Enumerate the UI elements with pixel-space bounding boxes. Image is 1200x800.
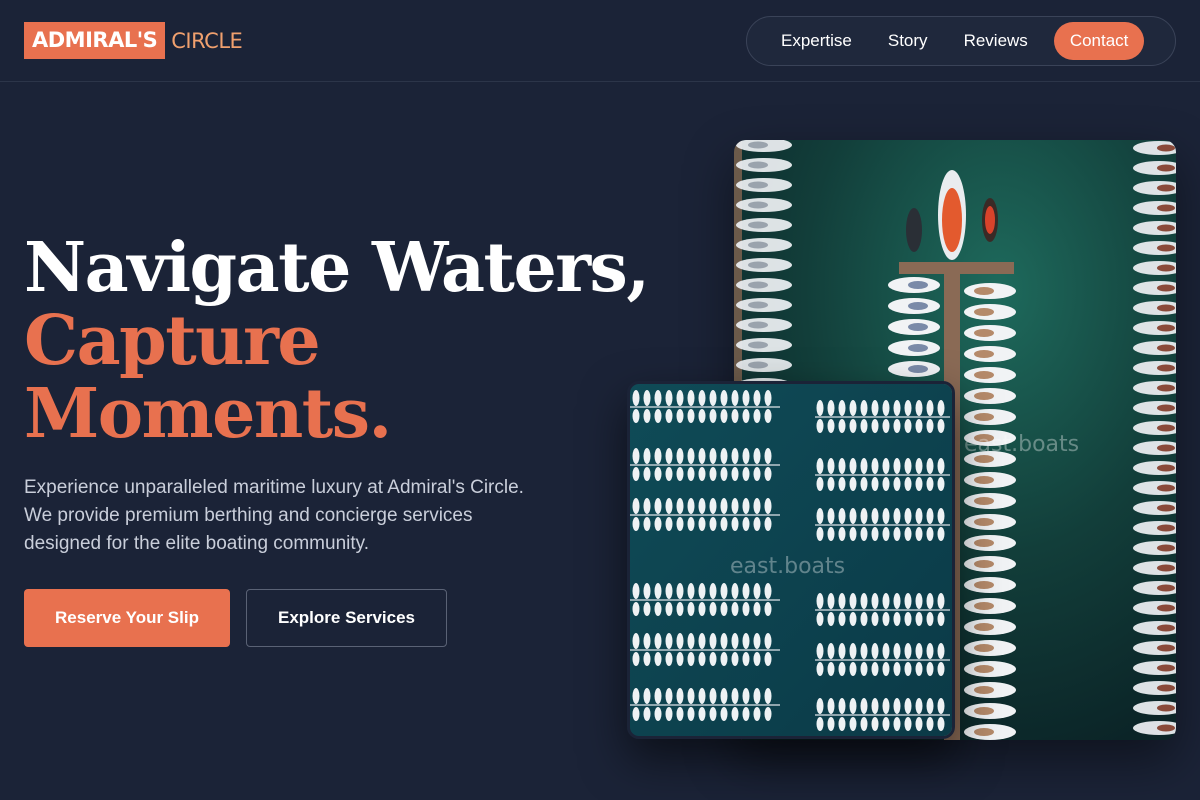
hero-headline: Navigate Waters, Capture Moments. bbox=[24, 232, 664, 451]
brand-logo-text: CIRCLE bbox=[171, 28, 243, 53]
nav-item-story[interactable]: Story bbox=[870, 22, 946, 60]
harbor-aerial-illustration bbox=[630, 384, 952, 736]
hero-headline-line2: Capture Moments. bbox=[24, 301, 392, 454]
hero-description: Experience unparalleled maritime luxury … bbox=[24, 477, 524, 554]
harbor-aerial-image: east.boats bbox=[627, 381, 955, 739]
brand-logo[interactable]: ADMIRAL'S CIRCLE bbox=[24, 22, 243, 59]
explore-services-button[interactable]: Explore Services bbox=[246, 589, 447, 647]
reserve-slip-button[interactable]: Reserve Your Slip bbox=[24, 589, 230, 647]
brand-logo-highlight: ADMIRAL'S bbox=[24, 22, 166, 59]
site-header: ADMIRAL'S CIRCLE Expertise Story Reviews… bbox=[0, 0, 1200, 82]
nav-item-expertise[interactable]: Expertise bbox=[763, 22, 870, 60]
main-nav: Expertise Story Reviews Contact bbox=[746, 16, 1176, 66]
nav-item-reviews[interactable]: Reviews bbox=[946, 22, 1046, 60]
nav-item-contact[interactable]: Contact bbox=[1053, 22, 1145, 60]
hero-headline-line1: Navigate Waters, bbox=[24, 228, 650, 308]
